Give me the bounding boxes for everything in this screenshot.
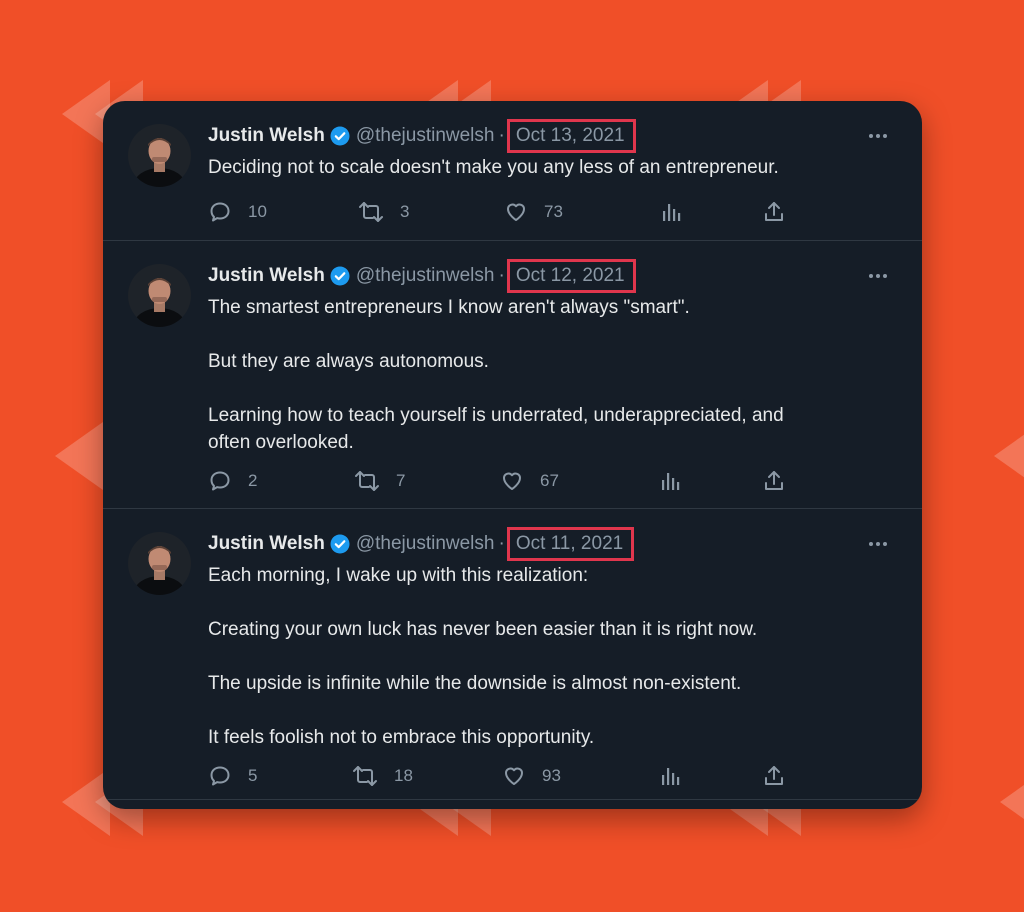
- tweet-header: Justin Welsh @thejustinwelsh · Oct 13, 2…: [208, 119, 636, 153]
- share-icon: [765, 471, 783, 490]
- tweet-date[interactable]: Oct 11, 2021: [516, 533, 623, 554]
- more-options-icon[interactable]: [867, 125, 889, 147]
- share-icon: [765, 202, 783, 221]
- views-chart-icon: [663, 204, 681, 221]
- reply-icon: [210, 202, 230, 222]
- reply-count: 5: [248, 766, 258, 785]
- more-options-icon[interactable]: [867, 265, 889, 287]
- heart-icon: [505, 767, 523, 785]
- tweet[interactable]: Justin Welsh @thejustinwelsh · Oct 11, 2…: [103, 509, 922, 800]
- like-button[interactable]: 73: [504, 199, 563, 225]
- like-button[interactable]: 93: [502, 763, 561, 789]
- author-handle[interactable]: @thejustinwelsh: [356, 533, 495, 555]
- verified-badge-icon: [330, 534, 350, 554]
- avatar[interactable]: [128, 264, 191, 327]
- tweet-actions: 5 18 93: [208, 763, 788, 789]
- tweet-text-line: Deciding not to scale doesn't make you a…: [208, 157, 779, 178]
- retweet-count: 7: [396, 471, 406, 490]
- retweet-count: 3: [400, 202, 410, 221]
- reply-button[interactable]: 2: [208, 468, 257, 494]
- background-chevron: [1000, 768, 1024, 836]
- reply-icon: [210, 471, 230, 491]
- tweet[interactable]: Justin Welsh @thejustinwelsh · Oct 13, 2…: [103, 101, 922, 241]
- tweet-header: Justin Welsh @thejustinwelsh · Oct 11, 2…: [208, 527, 635, 561]
- verified-badge-icon: [330, 266, 350, 286]
- author-name[interactable]: Justin Welsh: [208, 265, 325, 287]
- tweet-text-line: Creating your own luck has never been ea…: [208, 619, 758, 640]
- views-button[interactable]: [661, 199, 683, 225]
- retweet-count: 18: [394, 766, 413, 785]
- tweet-date[interactable]: Oct 12, 2021: [516, 265, 625, 286]
- separator-dot: ·: [498, 533, 505, 554]
- tweet-text: The smartest entrepreneurs I know aren't…: [208, 294, 888, 456]
- tweet-text-line: often overlooked.: [208, 432, 354, 453]
- avatar[interactable]: [128, 532, 191, 595]
- avatar-photo: [128, 264, 191, 327]
- tweet-actions: 2 7 67: [208, 468, 788, 494]
- heart-icon: [503, 472, 521, 490]
- retweet-button[interactable]: 18: [352, 763, 413, 789]
- avatar-photo: [128, 124, 191, 187]
- avatar[interactable]: [128, 124, 191, 187]
- retweet-icon: [359, 202, 383, 222]
- views-button[interactable]: [660, 763, 682, 789]
- share-button[interactable]: [763, 468, 785, 494]
- tweet-text-line: The smartest entrepreneurs I know aren't…: [208, 297, 690, 318]
- reply-button[interactable]: 5: [208, 763, 257, 789]
- reply-count: 2: [248, 471, 258, 490]
- share-button[interactable]: [763, 199, 785, 225]
- avatar-photo: [128, 532, 191, 595]
- tweet-text: Each morning, I wake up with this realiz…: [208, 562, 888, 751]
- more-options-icon[interactable]: [867, 533, 889, 555]
- retweet-icon: [355, 471, 379, 491]
- retweet-icon: [353, 766, 377, 786]
- tweet-text-line: Learning how to teach yourself is underr…: [208, 405, 784, 426]
- views-chart-icon: [662, 768, 680, 785]
- date-highlight-box: Oct 12, 2021: [506, 259, 636, 293]
- tweet-date[interactable]: Oct 13, 2021: [516, 125, 625, 146]
- share-button[interactable]: [763, 763, 785, 789]
- tweet-text-line: It feels foolish not to embrace this opp…: [208, 727, 595, 748]
- background-chevron: [55, 422, 103, 490]
- tweet-text-line: The upside is infinite while the downsid…: [208, 673, 742, 694]
- like-count: 67: [540, 471, 559, 490]
- retweet-button[interactable]: 7: [354, 468, 405, 494]
- tweet[interactable]: Justin Welsh @thejustinwelsh · Oct 12, 2…: [103, 241, 922, 509]
- like-button[interactable]: 67: [500, 468, 559, 494]
- author-handle[interactable]: @thejustinwelsh: [356, 265, 495, 287]
- like-count: 73: [544, 202, 563, 221]
- retweet-button[interactable]: 3: [358, 199, 409, 225]
- date-highlight-box: Oct 11, 2021: [506, 527, 635, 561]
- tweet-actions: 10 3 73: [208, 199, 788, 225]
- reply-button[interactable]: 10: [208, 199, 267, 225]
- background-chevron: [994, 422, 1024, 490]
- verified-badge-icon: [330, 126, 350, 146]
- tweet-text-line: But they are always autonomous.: [208, 351, 489, 372]
- author-name[interactable]: Justin Welsh: [208, 533, 325, 555]
- separator-dot: ·: [498, 265, 505, 286]
- tweet-card: Justin Welsh @thejustinwelsh · Oct 13, 2…: [103, 101, 922, 809]
- views-chart-icon: [662, 473, 680, 490]
- like-count: 93: [542, 766, 561, 785]
- tweet-text-line: Each morning, I wake up with this realiz…: [208, 565, 589, 586]
- tweet-header: Justin Welsh @thejustinwelsh · Oct 12, 2…: [208, 259, 636, 293]
- author-name[interactable]: Justin Welsh: [208, 125, 325, 147]
- tweet-text: Deciding not to scale doesn't make you a…: [208, 154, 888, 181]
- date-highlight-box: Oct 13, 2021: [506, 119, 636, 153]
- heart-icon: [507, 203, 525, 221]
- views-button[interactable]: [660, 468, 682, 494]
- reply-count: 10: [248, 202, 267, 221]
- share-icon: [765, 766, 783, 785]
- separator-dot: ·: [498, 125, 505, 146]
- author-handle[interactable]: @thejustinwelsh: [356, 125, 495, 147]
- reply-icon: [210, 766, 230, 786]
